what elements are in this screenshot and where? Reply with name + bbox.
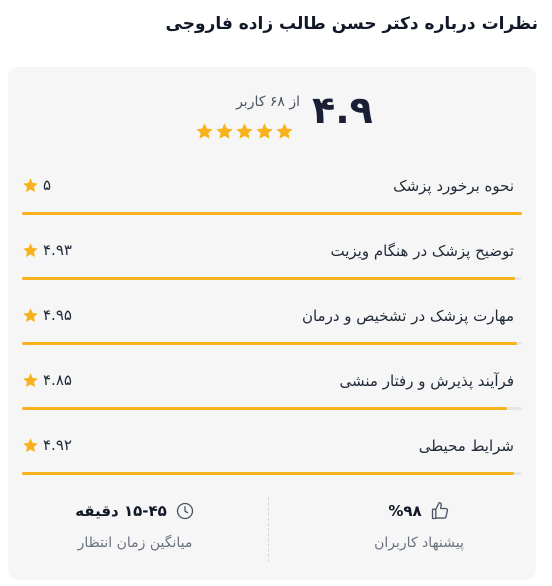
criterion-row: توضیح پزشک در هنگام ویزیت ۴.۹۳: [8, 222, 536, 287]
criterion-label: فرآیند پذیرش و رفتار منشی: [339, 372, 514, 390]
criterion-bar: [22, 277, 522, 280]
wait-time-value: ۱۵-۴۵ دقیقه: [75, 502, 167, 520]
criterion-label: مهارت پزشک در تشخیص و درمان: [301, 307, 514, 325]
star-icon: [22, 242, 39, 259]
criterion-score: ۴.۹۵: [22, 306, 72, 324]
criterion-row: شرایط محیطی ۴.۹۲: [8, 417, 536, 482]
criterion-bar-fill: [22, 212, 522, 215]
recommend-label: پیشنهاد کاربران: [374, 535, 464, 551]
overall-stars: [195, 122, 294, 141]
criterion-label: نحوه برخورد پزشک: [393, 177, 514, 195]
wait-time-stat: ۱۵-۴۵ دقیقه میانگین زمان انتظار: [20, 499, 250, 551]
criterion-label: توضیح پزشک در هنگام ویزیت: [330, 242, 515, 260]
star-icon: [22, 372, 39, 389]
recommend-stat: %۹۸ پیشنهاد کاربران: [304, 499, 534, 551]
criterion-bar: [22, 342, 522, 345]
recommend-value: %۹۸: [388, 502, 422, 520]
criterion-score: ۵: [22, 176, 51, 194]
reviews-card: ۴.۹ از ۶۸ کاربر نحوه برخورد پزشک ۵ توضیح…: [8, 67, 536, 580]
criterion-score-value: ۵: [43, 176, 52, 194]
criterion-bar-fill: [22, 472, 514, 475]
criterion-bar: [22, 472, 522, 475]
star-icon: [22, 177, 39, 194]
page-title: نظرات درباره دکتر حسن طالب زاده فاروجی: [165, 14, 538, 34]
criterion-row: مهارت پزشک در تشخیص و درمان ۴.۹۵: [8, 287, 536, 352]
clock-icon: [175, 501, 195, 521]
star-icon: [22, 437, 39, 454]
star-icon: [235, 122, 254, 141]
criterion-bar: [22, 212, 522, 215]
criterion-bar-fill: [22, 342, 517, 345]
star-icon: [195, 122, 214, 141]
overall-score: ۴.۹: [312, 88, 373, 132]
criterion-bar-fill: [22, 407, 507, 410]
criterion-row: نحوه برخورد پزشک ۵: [8, 157, 536, 222]
star-icon: [22, 307, 39, 324]
rating-summary: ۴.۹ از ۶۸ کاربر: [8, 67, 536, 157]
stats-divider: [268, 497, 269, 562]
reviewers-count: از ۶۸ کاربر: [236, 94, 300, 110]
criteria-list: نحوه برخورد پزشک ۵ توضیح پزشک در هنگام و…: [8, 157, 536, 482]
star-icon: [275, 122, 294, 141]
criterion-score: ۴.۹۲: [22, 436, 72, 454]
criterion-bar: [22, 407, 522, 410]
thumbs-up-icon: [430, 501, 450, 521]
criterion-score-value: ۴.۹۳: [43, 241, 72, 259]
criterion-bar-fill: [22, 277, 515, 280]
criterion-score: ۴.۹۳: [22, 241, 72, 259]
wait-time-label: میانگین زمان انتظار: [77, 535, 193, 551]
star-icon: [255, 122, 274, 141]
criterion-score-value: ۴.۹۵: [43, 306, 72, 324]
criterion-label: شرایط محیطی: [418, 437, 514, 455]
star-icon: [215, 122, 234, 141]
criterion-score-value: ۴.۸۵: [43, 371, 72, 389]
criterion-score-value: ۴.۹۲: [43, 436, 72, 454]
stats-footer: %۹۸ پیشنهاد کاربران ۱۵-۴۵ دقیقه میانگین …: [8, 487, 536, 580]
criterion-row: فرآیند پذیرش و رفتار منشی ۴.۸۵: [8, 352, 536, 417]
criterion-score: ۴.۸۵: [22, 371, 72, 389]
